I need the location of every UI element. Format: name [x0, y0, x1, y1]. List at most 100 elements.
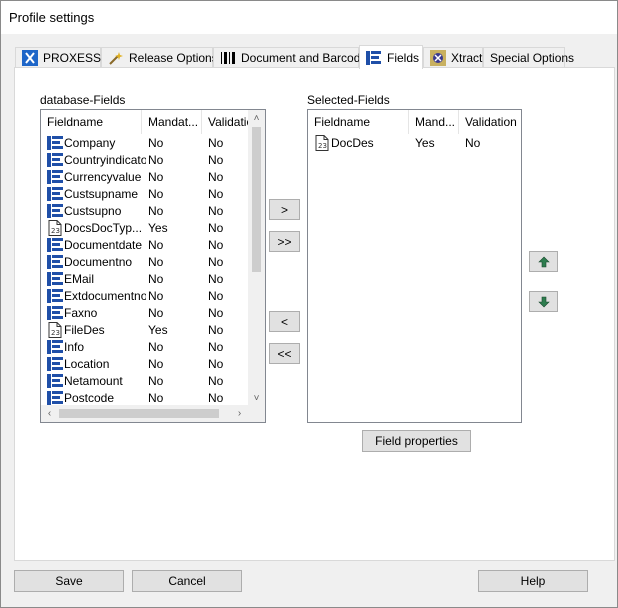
list-item[interactable]: Custsupname No No — [41, 186, 265, 203]
mandatory-cell: No — [148, 170, 164, 184]
mandatory-cell: No — [148, 136, 164, 150]
list-item[interactable]: 23 DocsDocTyp... Yes No — [41, 220, 265, 237]
column-header-mandatory[interactable]: Mand... — [409, 110, 459, 134]
scroll-up-icon[interactable]: ˄ — [248, 110, 265, 127]
list-item[interactable]: Documentno No No — [41, 254, 265, 271]
validation-cell: No — [208, 340, 224, 354]
column-header-fieldname[interactable]: Fieldname — [41, 110, 142, 134]
tab-label: Xtract — [451, 51, 483, 65]
scroll-right-icon[interactable]: › — [231, 405, 248, 422]
validation-cell: No — [208, 306, 224, 320]
profile-settings-window: Profile settings PROXESS Release Options… — [0, 0, 618, 608]
list-item[interactable]: Faxno No No — [41, 305, 265, 322]
column-header-mandatory[interactable]: Mandat... — [142, 110, 202, 134]
list-item[interactable]: Info No No — [41, 339, 265, 356]
list-field-icon — [47, 186, 63, 202]
vertical-scrollbar[interactable]: ˄ ˅ — [248, 110, 265, 407]
selected-fields-list[interactable]: Fieldname Mand... Validation 23 DocDes Yes… — [307, 109, 522, 423]
list-item[interactable]: Company No No — [41, 135, 265, 152]
tab-label: Document and Barcode — [241, 51, 368, 65]
list-item[interactable]: 23 FileDes Yes No — [41, 322, 265, 339]
mandatory-cell: No — [148, 306, 164, 320]
remove-field-button[interactable]: < — [269, 311, 300, 332]
fieldname-cell: Netamount — [64, 374, 123, 388]
help-button[interactable]: Help — [478, 570, 588, 592]
validation-cell: No — [208, 187, 224, 201]
scroll-left-icon[interactable]: ‹ — [41, 405, 58, 422]
field-properties-button[interactable]: Field properties — [362, 430, 471, 452]
tab-label: Special Options — [490, 51, 575, 65]
tab-proxess[interactable]: PROXESS — [15, 47, 101, 68]
list-item[interactable]: 23 DocDes Yes No — [308, 135, 521, 152]
list-item[interactable]: Custsupno No No — [41, 203, 265, 220]
validation-cell: No — [208, 136, 224, 150]
add-all-fields-button[interactable]: >> — [269, 231, 300, 252]
fieldname-cell: Info — [64, 340, 85, 354]
validation-cell: No — [208, 170, 224, 184]
fieldname-cell: EMail — [64, 272, 95, 286]
tab-release-options[interactable]: Release Options — [101, 47, 218, 68]
fields-list-icon — [366, 50, 382, 66]
validation-cell: No — [208, 272, 224, 286]
xtract-icon — [430, 50, 446, 66]
magic-wand-icon — [108, 50, 124, 66]
validation-cell: No — [208, 323, 224, 337]
fieldname-cell: Currencyvalue — [64, 170, 142, 184]
list-item[interactable]: Netamount No No — [41, 373, 265, 390]
list-item[interactable]: Currencyvalue No No — [41, 169, 265, 186]
list-field-icon — [47, 203, 63, 219]
mandatory-cell: No — [148, 187, 164, 201]
fieldname-cell: Company — [64, 136, 116, 150]
barcode-icon — [220, 50, 236, 66]
list-field-icon — [47, 237, 63, 253]
tab-fields[interactable]: Fields — [359, 45, 423, 69]
mandatory-cell: No — [148, 255, 164, 269]
tab-xtract[interactable]: Xtract — [423, 47, 483, 68]
fieldname-cell: Custsupno — [64, 204, 122, 218]
horizontal-scrollbar[interactable]: ‹ › — [41, 405, 248, 422]
move-down-button[interactable] — [529, 291, 558, 312]
document-field-icon: 23 — [314, 135, 330, 151]
scroll-thumb[interactable] — [252, 127, 261, 272]
column-header-validation[interactable]: Validatio — [202, 110, 250, 134]
fieldname-cell: Faxno — [64, 306, 98, 320]
list-field-icon — [47, 288, 63, 304]
fieldname-cell: Countryindicator — [64, 153, 146, 167]
list-item[interactable]: Location No No — [41, 356, 265, 373]
proxess-x-icon — [22, 50, 38, 66]
svg-text:23: 23 — [51, 329, 60, 337]
column-header-validation[interactable]: Validation — [459, 110, 521, 134]
scroll-thumb[interactable] — [59, 409, 219, 418]
cancel-button[interactable]: Cancel — [132, 570, 242, 592]
validation-cell: No — [208, 153, 224, 167]
mandatory-cell: No — [148, 272, 164, 286]
scrollbar-corner — [248, 405, 265, 422]
mandatory-cell: No — [148, 357, 164, 371]
tab-document-and-barcode[interactable]: Document and Barcode — [213, 47, 367, 68]
move-up-button[interactable] — [529, 251, 558, 272]
svg-text:23: 23 — [318, 142, 327, 150]
mandatory-cell: No — [148, 340, 164, 354]
fieldname-cell: Extdocumentno — [64, 289, 146, 303]
remove-all-fields-button[interactable]: << — [269, 343, 300, 364]
list-item[interactable]: Documentdate No No — [41, 237, 265, 254]
list-field-icon — [47, 271, 63, 287]
list-header: Fieldname Mandat... Validatio — [41, 110, 265, 134]
column-header-fieldname[interactable]: Fieldname — [308, 110, 409, 134]
document-field-icon: 23 — [47, 220, 63, 236]
fieldname-cell: Location — [64, 357, 110, 371]
list-item[interactable]: Countryindicator No No — [41, 152, 265, 169]
fieldname-cell: DocsDocTyp... — [64, 221, 143, 235]
mandatory-cell: No — [148, 204, 164, 218]
arrow-down-icon — [537, 296, 550, 307]
tab-special-options[interactable]: Special Options — [483, 47, 574, 68]
database-fields-list[interactable]: Fieldname Mandat... Validatio Company No N… — [40, 109, 266, 423]
save-button[interactable]: Save — [14, 570, 124, 592]
add-field-button[interactable]: > — [269, 199, 300, 220]
document-field-icon: 23 — [47, 322, 63, 338]
list-item[interactable]: Extdocumentno No No — [41, 288, 265, 305]
validation-cell: No — [208, 221, 224, 235]
list-field-icon — [47, 390, 63, 406]
list-field-icon — [47, 254, 63, 270]
list-item[interactable]: EMail No No — [41, 271, 265, 288]
